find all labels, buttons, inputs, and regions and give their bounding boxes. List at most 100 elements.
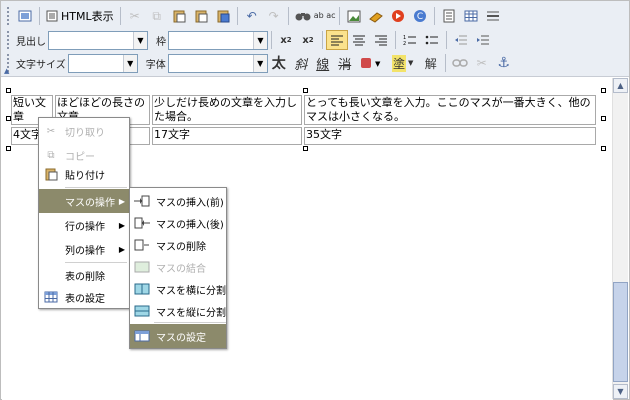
menu-item-label: 貼り付け	[65, 170, 105, 182]
toolbar-grip[interactable]	[7, 31, 10, 49]
resize-handle[interactable]	[601, 88, 606, 93]
submenu-item-split-horizontal[interactable]: マスを横に分割	[130, 277, 226, 301]
strikethrough-button[interactable]: 消	[334, 53, 356, 73]
toolbar-row-1: HTML表示 ✂ ⧉ ↶ ↷ ab ac C	[1, 4, 504, 28]
align-center-icon[interactable]	[348, 30, 370, 50]
resize-handle[interactable]	[601, 116, 606, 121]
resize-handle[interactable]	[303, 146, 308, 151]
undo-icon[interactable]: ↶	[241, 6, 263, 26]
resize-handle[interactable]	[6, 88, 11, 93]
submenu-item-split-vertical[interactable]: マスを縦に分割	[130, 299, 226, 323]
media-icon[interactable]	[387, 6, 409, 26]
numbered-list-icon[interactable]: 12	[399, 30, 421, 50]
html-view-button[interactable]: HTML表示	[43, 6, 117, 26]
replace-icon[interactable]: ab ac	[314, 6, 336, 26]
font-size-select[interactable]: ▼	[67, 53, 138, 73]
italic-button[interactable]: 斜	[290, 53, 312, 73]
submenu-item-delete-cell[interactable]: マスの削除	[130, 233, 226, 257]
anchor-icon[interactable]: ⚓	[493, 53, 515, 73]
cut-icon[interactable]: ✂	[124, 6, 146, 26]
table-cell[interactable]: 35文字	[304, 127, 596, 145]
menu-item-col-ops[interactable]: 列の操作 ▶	[39, 237, 129, 261]
paste-text-icon[interactable]	[190, 6, 212, 26]
resize-handle[interactable]	[303, 88, 308, 93]
align-right-icon[interactable]	[370, 30, 392, 50]
paste-word-icon[interactable]	[212, 6, 234, 26]
copy-icon[interactable]: ⧉	[146, 6, 168, 26]
remove-format-button[interactable]: 解	[420, 53, 442, 73]
highlight-button[interactable]: 塗 ▼	[386, 53, 420, 73]
unlink-icon[interactable]: ✂	[471, 53, 493, 73]
toolbar-separator	[433, 7, 435, 25]
submenu-item-insert-after[interactable]: マスの挿入(後)	[130, 211, 226, 235]
resize-handle[interactable]	[6, 146, 11, 151]
fullscreen-icon[interactable]	[14, 6, 36, 26]
split-horizontal-icon	[130, 283, 154, 295]
heading-select[interactable]: ▼	[48, 30, 148, 50]
chevron-down-icon: ▼	[133, 31, 147, 49]
table-cell[interactable]: 少しだけ長めの文章を入力した場合。	[152, 95, 302, 125]
bullet-list-icon[interactable]	[421, 30, 443, 50]
menu-separator	[65, 187, 127, 188]
menu-item-delete-table[interactable]: 表の削除	[39, 263, 129, 287]
font-face-value	[169, 55, 253, 72]
submenu-item-merge-cells[interactable]: マスの結合	[130, 255, 226, 279]
toolbar-separator	[444, 54, 446, 72]
cell-ops-submenu: マスの挿入(前) マスの挿入(後) マスの削除 マスの結合 マスを横に分割 マス…	[129, 187, 227, 349]
insert-cell-after-icon	[130, 217, 154, 229]
toolbar-grip[interactable]	[7, 7, 10, 25]
flash-icon[interactable]	[365, 6, 387, 26]
template-icon[interactable]	[438, 6, 460, 26]
menu-item-paste[interactable]: 貼り付け	[39, 162, 129, 186]
indent-icon[interactable]	[472, 30, 494, 50]
menu-item-table-settings[interactable]: 表の設定	[39, 285, 129, 309]
underline-button[interactable]: 線	[312, 53, 334, 73]
subscript-icon[interactable]: x2	[275, 30, 297, 50]
scroll-thumb[interactable]	[613, 282, 628, 382]
text-color-button[interactable]: ▼	[356, 53, 386, 73]
menu-item-label: マスを横に分割	[156, 285, 226, 297]
copyright-icon[interactable]: C	[409, 6, 431, 26]
menu-item-cut[interactable]: ✂ 切り取り	[39, 119, 129, 143]
align-left-icon[interactable]	[326, 30, 348, 50]
horizontal-rule-icon[interactable]	[482, 6, 504, 26]
scroll-down-icon[interactable]: ▼	[613, 384, 628, 399]
resize-handle[interactable]	[601, 146, 606, 151]
superscript-icon[interactable]: x2	[297, 30, 319, 50]
bold-button[interactable]: 太	[268, 53, 290, 73]
collapse-toolbar-icon[interactable]: ▲	[4, 67, 9, 75]
highlight-label: 塗	[392, 54, 407, 72]
cut-icon: ✂	[46, 125, 56, 137]
image-icon[interactable]	[343, 6, 365, 26]
toolbar-separator	[271, 31, 272, 49]
menu-item-label: マスの挿入(前)	[156, 197, 224, 209]
vertical-scrollbar[interactable]: ▲ ▼	[612, 78, 628, 399]
table-icon[interactable]	[460, 6, 482, 26]
table-icon	[39, 291, 63, 303]
redo-icon[interactable]: ↷	[263, 6, 285, 26]
font-face-select[interactable]: ▼	[167, 53, 268, 73]
frame-select[interactable]: ▼	[168, 30, 268, 50]
menu-item-label: マスの削除	[156, 241, 206, 253]
scroll-up-icon[interactable]: ▲	[613, 78, 628, 93]
toolbar-separator	[39, 7, 40, 25]
heading-value	[49, 32, 133, 49]
submenu-item-insert-before[interactable]: マスの挿入(前)	[130, 189, 226, 213]
resize-handle[interactable]	[6, 116, 11, 121]
font-face-label: 字体	[145, 59, 166, 71]
paste-icon[interactable]	[168, 6, 190, 26]
menu-item-cell-ops[interactable]: マスの操作 ▶	[39, 189, 129, 213]
menu-item-label: 行の操作	[65, 221, 105, 233]
menu-item-label: 切り取り	[65, 127, 105, 139]
toolbar-separator	[322, 31, 323, 49]
frame-value	[169, 32, 253, 49]
paste-icon	[39, 168, 63, 181]
table-cell[interactable]: 17文字	[152, 127, 302, 145]
submenu-item-cell-settings[interactable]: マスの設定	[130, 324, 226, 348]
outdent-icon[interactable]	[450, 30, 472, 50]
find-icon[interactable]	[292, 6, 314, 26]
svg-text:▼: ▼	[375, 60, 381, 68]
link-icon[interactable]	[449, 53, 471, 73]
menu-item-row-ops[interactable]: 行の操作 ▶	[39, 213, 129, 237]
table-cell[interactable]: とっても長い文章を入力。ここのマスが一番大きく、他のマスは小さくなる。	[304, 95, 596, 125]
